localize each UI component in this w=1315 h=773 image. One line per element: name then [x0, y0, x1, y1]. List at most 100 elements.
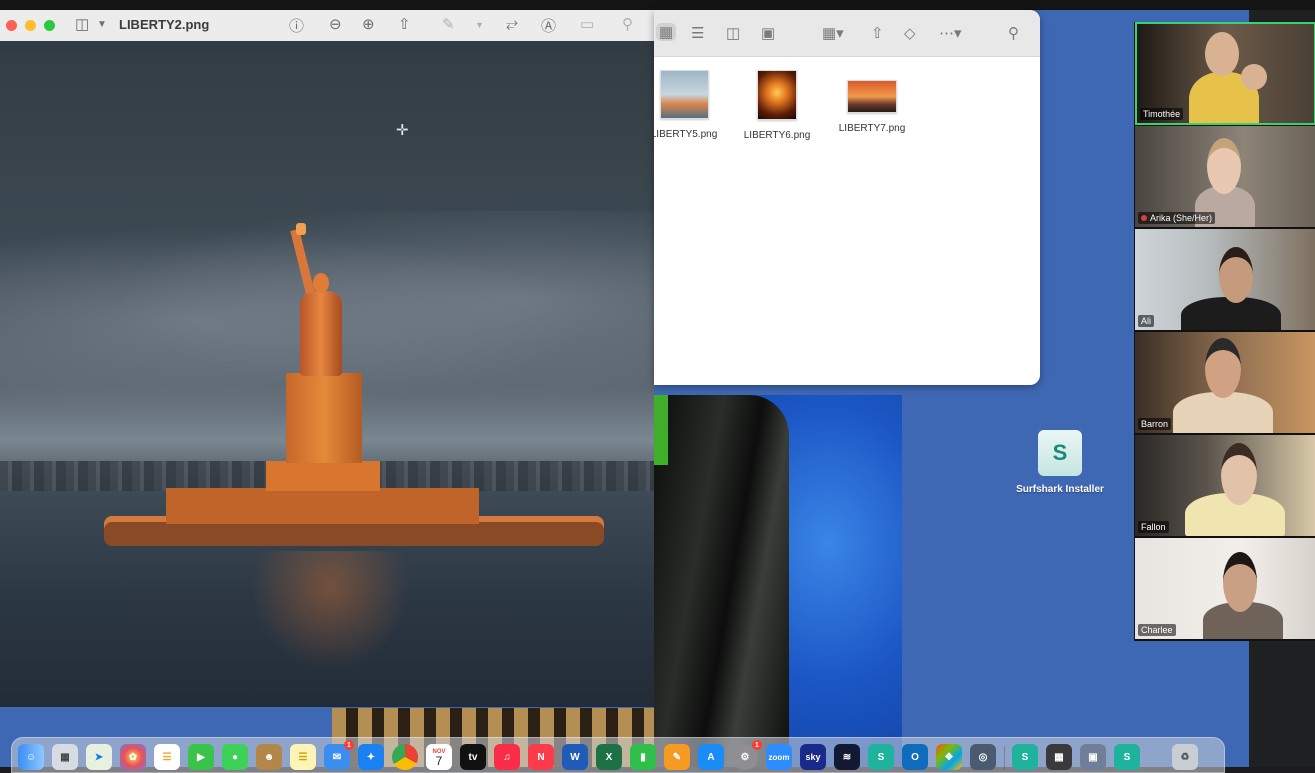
- share-icon[interactable]: ⇧: [398, 15, 411, 33]
- group-by-icon[interactable]: ▦▾: [822, 24, 844, 42]
- search-icon[interactable]: ⚲: [1008, 24, 1019, 42]
- photo-statue-body: [300, 291, 342, 376]
- participant-tile[interactable]: Arika (She/Her): [1135, 126, 1315, 227]
- dock[interactable]: ☺ ▦ ➤ ✿ ☰ ▶ ● ☻ ☰ ✉ 1 ✦ NOV 7 tv ♫ N W X …: [11, 737, 1225, 773]
- wallpaper-green-accent: [654, 395, 668, 465]
- facetime-dock-icon[interactable]: ▶: [188, 744, 214, 770]
- stocks-dock-icon[interactable]: ≋: [834, 744, 860, 770]
- crosshair-cursor-icon: ✛: [396, 122, 409, 139]
- copilot-dock-icon[interactable]: ❖: [936, 744, 962, 770]
- zoom-dock-icon[interactable]: zoom: [766, 744, 792, 770]
- messages-dock-icon[interactable]: ●: [222, 744, 248, 770]
- excel-dock-icon[interactable]: X: [596, 744, 622, 770]
- sky-dock-icon[interactable]: sky: [800, 744, 826, 770]
- music-dock-icon[interactable]: ♫: [494, 744, 520, 770]
- more-actions-icon[interactable]: ⋯▾: [939, 24, 962, 42]
- participant-name-text: Arika (She/Her): [1150, 213, 1213, 223]
- mail-dock-icon[interactable]: ✉ 1: [324, 740, 354, 770]
- chevron-down-icon[interactable]: ▼: [475, 20, 484, 30]
- close-window-button[interactable]: [6, 20, 17, 31]
- photos-dock-icon[interactable]: ✿: [120, 744, 146, 770]
- preview-dock-icon[interactable]: ▣: [1080, 744, 1106, 770]
- launchpad-dock-icon[interactable]: ▦: [52, 744, 78, 770]
- participant-tile[interactable]: Ali: [1135, 229, 1315, 330]
- image-canvas[interactable]: ✛: [0, 41, 654, 707]
- screenshot-dock-icon[interactable]: ◎: [970, 744, 996, 770]
- photo-fort: [166, 488, 479, 524]
- participant-name: Charlee: [1138, 624, 1176, 636]
- safari-dock-icon[interactable]: ✦: [358, 744, 384, 770]
- file-name: LIBERTY7.png: [838, 123, 906, 134]
- tag-icon[interactable]: ◇: [904, 24, 916, 42]
- chevron-down-icon[interactable]: ▼: [97, 19, 107, 30]
- dock-separator: [1004, 746, 1005, 770]
- rotate-icon[interactable]: ⥂: [506, 15, 518, 32]
- numbers-dock-icon[interactable]: ▮: [630, 744, 656, 770]
- markup-pen-icon[interactable]: ✎: [442, 15, 455, 33]
- calendar-dock-icon[interactable]: NOV 7: [426, 744, 452, 770]
- mail-badge: 1: [344, 740, 354, 750]
- zoom-gallery-panel[interactable]: Timothée Arika (She/Her) Ali Barron Fall…: [1134, 22, 1315, 641]
- file-name: LIBERTY6.png: [743, 130, 811, 141]
- news-dock-icon[interactable]: N: [528, 744, 554, 770]
- apple-tv-dock-icon[interactable]: tv: [460, 744, 486, 770]
- participant-tile[interactable]: Timothée: [1135, 22, 1315, 125]
- file-item[interactable]: LIBERTY5.png: [654, 70, 729, 140]
- participant-name: Barron: [1138, 418, 1172, 430]
- reminders-dock-icon[interactable]: ☰: [154, 744, 180, 770]
- gallery-view-icon[interactable]: ▣: [761, 24, 775, 42]
- surfshark-dock-icon[interactable]: S: [1012, 744, 1038, 770]
- finder-dock-icon[interactable]: ☺: [18, 744, 44, 770]
- participant-tile[interactable]: Fallon: [1135, 435, 1315, 536]
- surfshark-installer-dock-icon[interactable]: S: [1114, 744, 1140, 770]
- icon-view-icon[interactable]: ▦: [656, 23, 677, 41]
- info-icon[interactable]: ⓘ: [289, 15, 304, 36]
- file-thumbnail: [659, 70, 709, 119]
- participant-head: [1221, 443, 1257, 505]
- participant-name: Timothée: [1140, 108, 1184, 120]
- share-icon[interactable]: ⇧: [871, 24, 884, 42]
- participant-tile[interactable]: Barron: [1135, 332, 1315, 433]
- participant-body: [1173, 392, 1273, 433]
- surfshark-installer-icon: S: [1038, 430, 1082, 476]
- surfshark-dock-icon[interactable]: S: [868, 744, 894, 770]
- photo-reflection: [250, 551, 410, 671]
- file-thumbnail: [847, 80, 897, 113]
- zoom-in-icon[interactable]: ⊕: [362, 15, 375, 33]
- outlook-dock-icon[interactable]: O: [902, 744, 928, 770]
- column-view-icon[interactable]: ◫: [726, 24, 740, 42]
- word-dock-icon[interactable]: W: [562, 744, 588, 770]
- signature-icon[interactable]: ▭: [580, 15, 594, 33]
- desktop-icon-surfshark-installer[interactable]: S Surfshark Installer: [1005, 430, 1115, 495]
- participant-head: [1207, 138, 1241, 194]
- zoom-out-icon[interactable]: ⊖: [329, 15, 342, 33]
- chrome-dock-icon[interactable]: [392, 744, 418, 770]
- sidebar-icon[interactable]: ◫: [75, 15, 89, 33]
- list-view-icon[interactable]: ☰: [691, 24, 704, 42]
- participant-head: [1223, 552, 1257, 612]
- file-thumbnail: [757, 70, 797, 120]
- trash-dock-icon[interactable]: ♻: [1172, 744, 1198, 770]
- photo-statue-base: [286, 373, 362, 463]
- system-settings-dock-icon[interactable]: ⚙ 1: [732, 740, 762, 770]
- file-item[interactable]: LIBERTY7.png: [827, 70, 917, 134]
- preview-titlebar[interactable]: ◫ ▼ LIBERTY2.png ⓘ ⊖ ⊕ ⇧ ✎ ▼ ⥂ Ⓐ ▭ ⚲: [0, 10, 654, 42]
- contacts-dock-icon[interactable]: ☻: [256, 744, 282, 770]
- file-item[interactable]: LIBERTY6.png: [732, 70, 822, 141]
- annotate-icon[interactable]: Ⓐ: [541, 15, 556, 36]
- pages-dock-icon[interactable]: ✎: [664, 744, 690, 770]
- finder-toolbar[interactable]: ▦ ☰ ◫ ▣ ▦▾ ⇧ ◇ ⋯▾ ⚲: [654, 10, 1040, 57]
- participant-name: Ali: [1138, 315, 1155, 327]
- zoom-dock-label: zoom: [768, 752, 790, 762]
- finder-window[interactable]: ▦ ☰ ◫ ▣ ▦▾ ⇧ ◇ ⋯▾ ⚲ LIBERTY5.png LIBERTY…: [654, 10, 1040, 385]
- maximize-window-button[interactable]: [44, 20, 55, 31]
- app-store-dock-icon[interactable]: A: [698, 744, 724, 770]
- desktop-icon-label: Surfshark Installer: [1016, 484, 1104, 495]
- minimize-window-button[interactable]: [25, 20, 36, 31]
- participant-tile[interactable]: Charlee: [1135, 538, 1315, 639]
- maps-dock-icon[interactable]: ➤: [86, 744, 112, 770]
- search-icon[interactable]: ⚲: [622, 15, 633, 33]
- notes-dock-icon[interactable]: ☰: [290, 744, 316, 770]
- calculator-dock-icon[interactable]: ▦: [1046, 744, 1072, 770]
- preview-window[interactable]: ◫ ▼ LIBERTY2.png ⓘ ⊖ ⊕ ⇧ ✎ ▼ ⥂ Ⓐ ▭ ⚲ ✛: [0, 10, 654, 707]
